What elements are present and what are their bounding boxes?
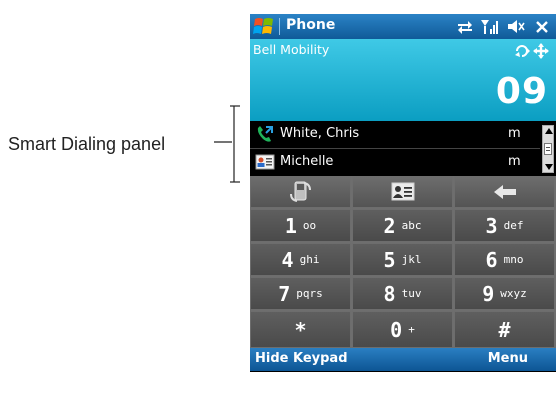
- dial-display: Bell Mobility 09: [250, 39, 556, 121]
- key-digit: 4: [281, 247, 294, 272]
- hide-keypad-softkey[interactable]: Hide Keypad: [255, 351, 348, 366]
- backspace-button[interactable]: [454, 176, 555, 208]
- title-bar: Phone: [250, 14, 556, 39]
- scroll-down-arrow-icon[interactable]: [545, 164, 553, 170]
- key-letters: def: [503, 219, 524, 232]
- call-history-button[interactable]: [250, 176, 351, 208]
- carrier-name: Bell Mobility: [253, 42, 330, 57]
- key-letters: pqrs: [296, 287, 323, 300]
- call-history-icon: [289, 181, 311, 202]
- dial-keypad: 1 oo 2 abc 3 def 4 ghi 5 jkl 6 mno 7 pqr…: [250, 176, 556, 348]
- number-type: m: [508, 154, 521, 169]
- contact-name: White, Chris: [280, 126, 360, 141]
- smart-dialing-panel: White, Chris m Michelle m: [250, 121, 556, 176]
- scroll-thumb[interactable]: [544, 143, 552, 155]
- key-digit: 7: [278, 281, 291, 306]
- menu-softkey[interactable]: Menu: [488, 351, 528, 366]
- key-9[interactable]: 9 wxyz: [454, 277, 555, 310]
- smart-dialing-row[interactable]: White, Chris m: [250, 121, 540, 148]
- key-digit: 0: [390, 317, 403, 342]
- key-digit: 3: [485, 213, 498, 238]
- signal-icon[interactable]: [480, 18, 500, 35]
- key-letters: wxyz: [500, 287, 527, 300]
- contacts-button[interactable]: [352, 176, 453, 208]
- close-icon[interactable]: [534, 18, 550, 35]
- contact-card-icon: [255, 154, 275, 170]
- key-digit: 5: [383, 247, 396, 272]
- contact-card-icon: [391, 182, 414, 201]
- key-5[interactable]: 5 jkl: [352, 243, 453, 276]
- contact-name: Michelle: [280, 154, 334, 169]
- key-digit: 2: [383, 213, 396, 238]
- smart-dialing-scrollbar[interactable]: [542, 125, 554, 173]
- smart-dialing-callout-label: Smart Dialing panel: [8, 134, 166, 154]
- backspace-arrow-icon: [493, 185, 516, 199]
- title-separator: [279, 18, 280, 35]
- dialed-number: 09: [495, 71, 548, 112]
- key-star[interactable]: *: [250, 311, 351, 348]
- key-1[interactable]: 1 oo: [250, 209, 351, 242]
- key-digit: 9: [482, 281, 495, 306]
- start-icon[interactable]: [253, 16, 275, 37]
- number-type: m: [508, 126, 521, 141]
- scroll-up-arrow-icon[interactable]: [545, 128, 553, 134]
- key-digit: 8: [383, 281, 396, 306]
- key-letters: ghi: [299, 253, 320, 266]
- key-2[interactable]: 2 abc: [352, 209, 453, 242]
- key-digit: #: [498, 317, 511, 342]
- speaker-icon[interactable]: [506, 18, 526, 35]
- key-letters: +: [408, 323, 415, 336]
- key-digit: 6: [485, 247, 498, 272]
- key-letters: abc: [401, 219, 422, 232]
- smart-dialing-row[interactable]: Michelle m: [250, 148, 540, 176]
- phone-screen: Phone Bell Mobility 09 White, Chris m Mi…: [250, 14, 556, 372]
- callout-bracket: [214, 105, 240, 183]
- soft-key-bar: Hide Keypad Menu: [250, 348, 556, 371]
- connectivity-icon[interactable]: [456, 18, 474, 35]
- key-letters: oo: [302, 219, 317, 232]
- key-letters: mno: [503, 253, 524, 266]
- roaming-icon: [515, 43, 549, 59]
- key-hash[interactable]: #: [454, 311, 555, 348]
- key-4[interactable]: 4 ghi: [250, 243, 351, 276]
- key-8[interactable]: 8 tuv: [352, 277, 453, 310]
- app-title: Phone: [286, 17, 336, 33]
- key-letters: jkl: [401, 253, 422, 266]
- key-digit: *: [294, 317, 307, 342]
- key-0[interactable]: 0 +: [352, 311, 453, 348]
- key-3[interactable]: 3 def: [454, 209, 555, 242]
- key-letters: tuv: [401, 287, 422, 300]
- key-digit: 1: [284, 213, 297, 238]
- key-6[interactable]: 6 mno: [454, 243, 555, 276]
- key-7[interactable]: 7 pqrs: [250, 277, 351, 310]
- call-history-icon: [257, 126, 273, 142]
